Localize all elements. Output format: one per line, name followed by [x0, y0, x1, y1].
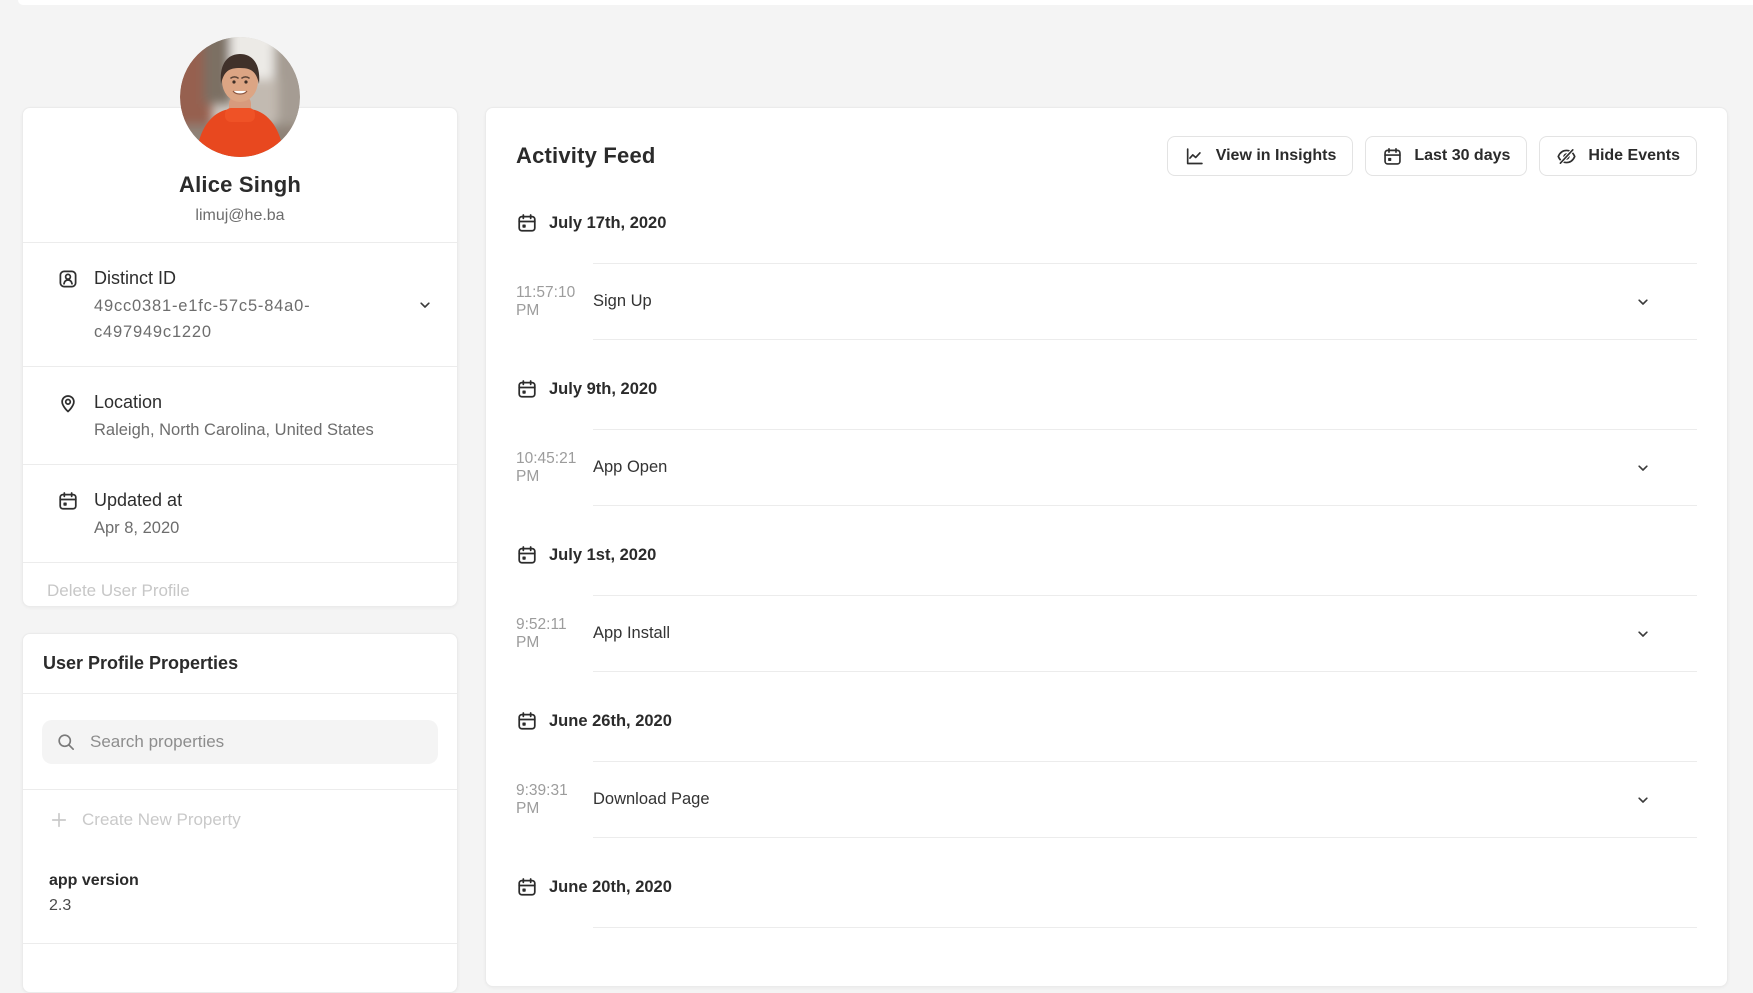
calendar-icon [516, 710, 538, 732]
calendar-icon [516, 544, 538, 566]
avatar [180, 37, 300, 157]
event-name: App Open [593, 458, 667, 477]
feed-date: July 17th, 2020 [549, 214, 666, 233]
location-pin-icon [57, 392, 79, 414]
calendar-icon [516, 212, 538, 234]
updated-at-value: Apr 8, 2020 [94, 515, 182, 541]
delete-user-profile-label: Delete User Profile [47, 581, 190, 601]
line-chart-icon [1184, 146, 1205, 167]
event-time: 11:57:10 PM [516, 284, 588, 320]
chevron-down-icon[interactable] [1635, 792, 1651, 808]
chevron-down-icon[interactable] [1635, 626, 1651, 642]
button-label: Hide Events [1588, 147, 1680, 165]
feed-date-group: June 20th, 2020 [516, 874, 1697, 928]
calendar-icon [57, 490, 79, 512]
user-name: Alice Singh [23, 170, 457, 200]
eye-off-icon [1556, 146, 1577, 167]
property-item: app version 2.3 [23, 846, 457, 917]
property-name: app version [49, 870, 437, 892]
properties-title: User Profile Properties [23, 634, 457, 694]
distinct-id-value: 49cc0381-e1fc-57c5-84a0-c497949c1220 [94, 293, 348, 345]
field-label: Location [94, 390, 374, 414]
calendar-icon [1382, 146, 1403, 167]
user-profile-card: Alice Singh limuj@he.ba Distinct ID 49cc… [22, 107, 458, 607]
feed-actions: View in Insights Last 30 days Hide Event… [1167, 136, 1697, 176]
field-row-location: Location Raleigh, North Carolina, United… [23, 366, 457, 464]
chevron-down-icon[interactable] [1635, 294, 1651, 310]
field-row-distinct-id: Distinct ID 49cc0381-e1fc-57c5-84a0-c497… [23, 242, 457, 366]
field-label: Updated at [94, 488, 182, 512]
field-row-updated-at: Updated at Apr 8, 2020 [23, 464, 457, 562]
plus-icon [49, 810, 69, 830]
activity-feed-card: Activity Feed View in Insights Last 30 d… [485, 107, 1728, 987]
calendar-icon [516, 378, 538, 400]
location-value: Raleigh, North Carolina, United States [94, 417, 374, 443]
id-badge-icon [57, 268, 79, 290]
feed-date-group: July 9th, 2020 10:45:21 PM App Open [516, 376, 1697, 506]
search-properties-input[interactable] [88, 731, 424, 753]
event-name: Download Page [593, 790, 710, 809]
event-row[interactable]: 9:52:11 PM App Install [593, 595, 1697, 671]
chevron-down-icon[interactable] [1635, 460, 1651, 476]
event-time: 9:52:11 PM [516, 616, 588, 652]
feed-date-group: June 26th, 2020 9:39:31 PM Download Page [516, 708, 1697, 838]
view-in-insights-button[interactable]: View in Insights [1167, 136, 1354, 176]
property-value: 2.3 [49, 895, 437, 917]
event-name: App Install [593, 624, 670, 643]
chevron-down-icon[interactable] [417, 297, 433, 313]
user-email: limuj@he.ba [23, 207, 457, 225]
events-list-cutoff [593, 927, 1697, 928]
event-row[interactable]: 9:39:31 PM Download Page [593, 761, 1697, 837]
hide-events-button[interactable]: Hide Events [1539, 136, 1697, 176]
feed-date: July 9th, 2020 [549, 380, 657, 399]
feed-date: July 1st, 2020 [549, 546, 656, 565]
properties-search-section [23, 694, 457, 790]
activity-feed-title: Activity Feed [516, 143, 656, 169]
event-row[interactable]: 11:57:10 PM Sign Up [593, 263, 1697, 339]
create-new-property-label: Create New Property [82, 810, 241, 830]
feed-date: June 20th, 2020 [549, 878, 672, 897]
event-time: 9:39:31 PM [516, 782, 588, 818]
button-label: View in Insights [1216, 147, 1337, 165]
divider [23, 943, 457, 944]
feed-date-group: July 17th, 2020 11:57:10 PM Sign Up [516, 210, 1697, 340]
top-bar-remnant [18, 0, 1753, 5]
event-row[interactable]: 10:45:21 PM App Open [593, 429, 1697, 505]
button-label: Last 30 days [1414, 147, 1510, 165]
event-name: Sign Up [593, 292, 652, 311]
field-label: Distinct ID [94, 266, 348, 290]
user-profile-properties-card: User Profile Properties Create New Prope… [22, 633, 458, 993]
feed-date-group: July 1st, 2020 9:52:11 PM App Install [516, 542, 1697, 672]
search-icon [56, 732, 76, 752]
search-box[interactable] [42, 720, 438, 764]
calendar-icon [516, 876, 538, 898]
event-time: 10:45:21 PM [516, 450, 588, 486]
create-new-property-button[interactable]: Create New Property [23, 790, 457, 846]
date-range-button[interactable]: Last 30 days [1365, 136, 1527, 176]
feed-date: June 26th, 2020 [549, 712, 672, 731]
delete-user-profile-button[interactable]: Delete User Profile [23, 562, 457, 619]
